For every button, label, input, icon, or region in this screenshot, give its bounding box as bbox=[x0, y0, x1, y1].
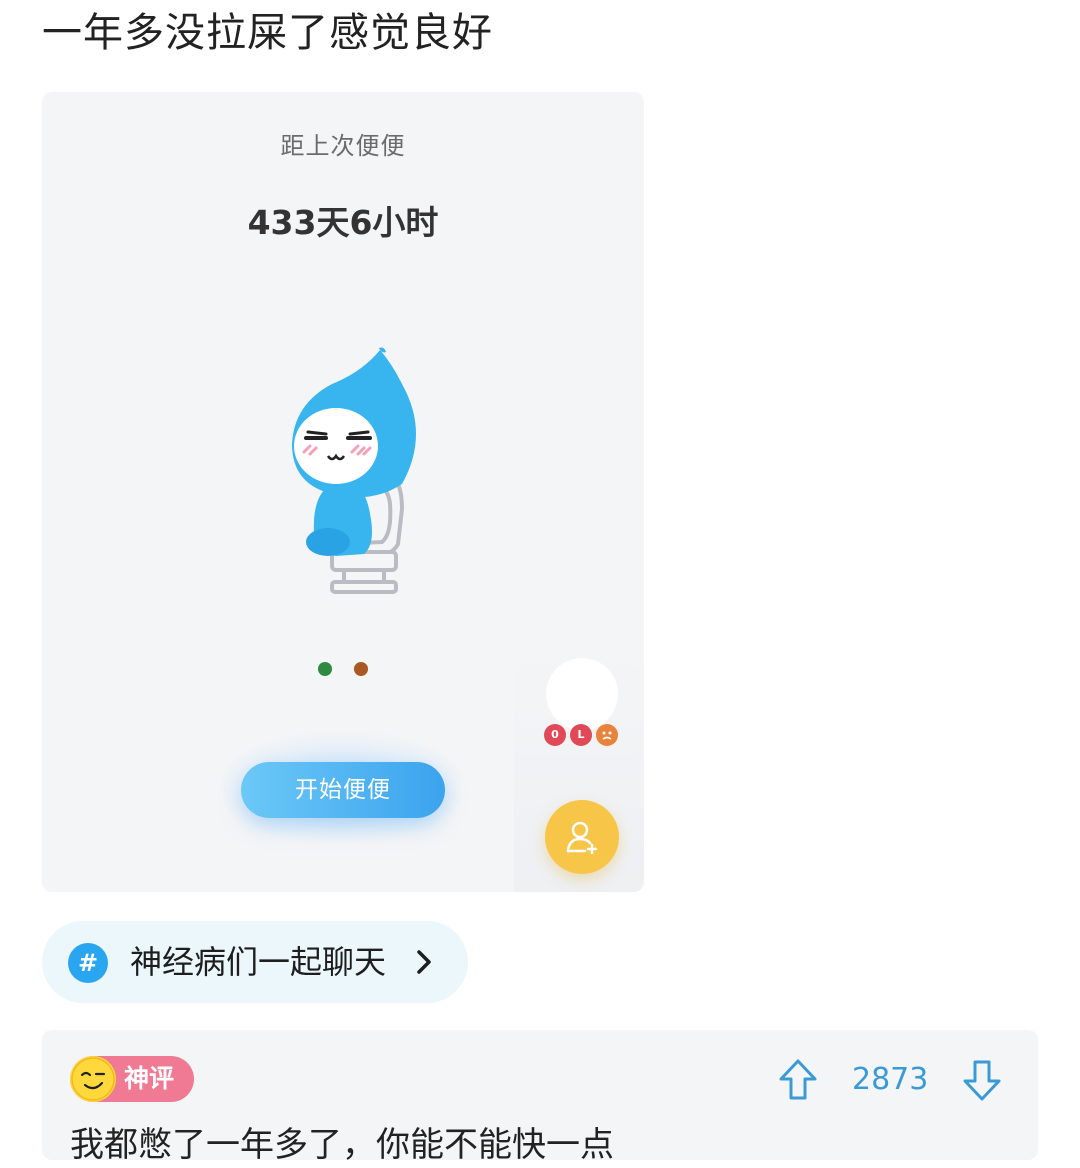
hot-comment-label: 神评 bbox=[124, 1064, 175, 1093]
mascot-on-toilet-icon bbox=[292, 347, 416, 594]
add-friend-button[interactable] bbox=[545, 800, 619, 874]
start-poop-button[interactable]: 开始便便 bbox=[241, 762, 445, 818]
downvote-icon[interactable] bbox=[962, 1058, 1002, 1102]
page-dot-1[interactable] bbox=[318, 662, 332, 676]
clock-badge-icon: L bbox=[570, 724, 592, 746]
topic-chip[interactable]: # 神经病们一起聊天 bbox=[42, 921, 468, 1003]
upvote-icon[interactable] bbox=[778, 1058, 818, 1102]
side-panel bbox=[514, 92, 644, 892]
smirk-emoji-icon bbox=[70, 1056, 116, 1102]
avatar[interactable] bbox=[546, 658, 618, 730]
vote-count: 2873 bbox=[852, 1062, 929, 1097]
topic-label: 神经病们一起聊天 bbox=[130, 943, 387, 981]
post-title: 一年多没拉屎了感觉良好 bbox=[42, 10, 493, 56]
hashtag-icon: # bbox=[68, 943, 108, 983]
chevron-right-icon bbox=[417, 950, 431, 974]
face-badge-icon bbox=[596, 724, 618, 746]
page-dot-2[interactable] bbox=[354, 662, 368, 676]
add-user-icon bbox=[566, 821, 598, 855]
comment-text: 我都憋了一年多了，你能不能快一点 bbox=[70, 1125, 614, 1165]
top-comment-card[interactable]: 神评 2873 我都憋了一年多了，你能不能快一点 bbox=[42, 1030, 1038, 1165]
page-indicator bbox=[316, 662, 376, 678]
hot-comment-badge: 神评 bbox=[70, 1056, 194, 1102]
status-badge: 0 bbox=[544, 724, 566, 746]
screenshot-image[interactable]: 距上次便便 433天6小时 0 L 开始便便 bbox=[42, 92, 644, 892]
